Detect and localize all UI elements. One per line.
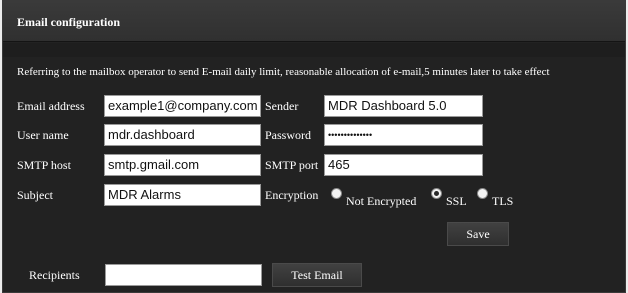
user-name-input[interactable]: mdr.dashboard	[104, 124, 261, 146]
limit-note: Referring to the mailbox operator to sen…	[17, 66, 550, 78]
smtp-port-label: SMTP port	[265, 158, 319, 172]
radio-ssl[interactable]	[431, 188, 442, 199]
encryption-label: Encryption	[265, 188, 319, 202]
smtp-port-input[interactable]: 465	[324, 154, 483, 176]
save-button[interactable]: Save	[447, 222, 509, 246]
email-address-label: Email address	[17, 99, 85, 113]
panel-title: Email configuration	[17, 15, 121, 29]
subject-input[interactable]: MDR Alarms	[104, 184, 261, 206]
smtp-host-label: SMTP host	[17, 158, 71, 172]
test-email-button[interactable]: Test Email	[272, 263, 362, 287]
email-address-input[interactable]: example1@company.com	[104, 95, 261, 117]
header-separator	[3, 43, 625, 57]
sender-label: Sender	[265, 99, 299, 113]
panel-header: Email configuration	[3, 1, 625, 42]
subject-label: Subject	[17, 188, 53, 202]
radio-not-encrypted-label: Not Encrypted	[346, 194, 417, 208]
radio-tls-label: TLS	[492, 194, 514, 208]
recipients-label: Recipients	[29, 268, 80, 282]
radio-not-encrypted[interactable]	[331, 188, 342, 199]
smtp-host-input[interactable]: smtp.gmail.com	[104, 154, 261, 176]
recipients-input[interactable]	[105, 264, 262, 286]
radio-ssl-label: SSL	[446, 194, 467, 208]
radio-tls[interactable]	[477, 188, 488, 199]
sender-input[interactable]: MDR Dashboard 5.0	[324, 95, 483, 117]
password-input[interactable]: ••••••••••••••	[324, 124, 483, 146]
user-name-label: User name	[17, 128, 69, 142]
password-label: Password	[265, 128, 312, 142]
email-config-panel: Email configuration Referring to the mai…	[2, 0, 626, 293]
